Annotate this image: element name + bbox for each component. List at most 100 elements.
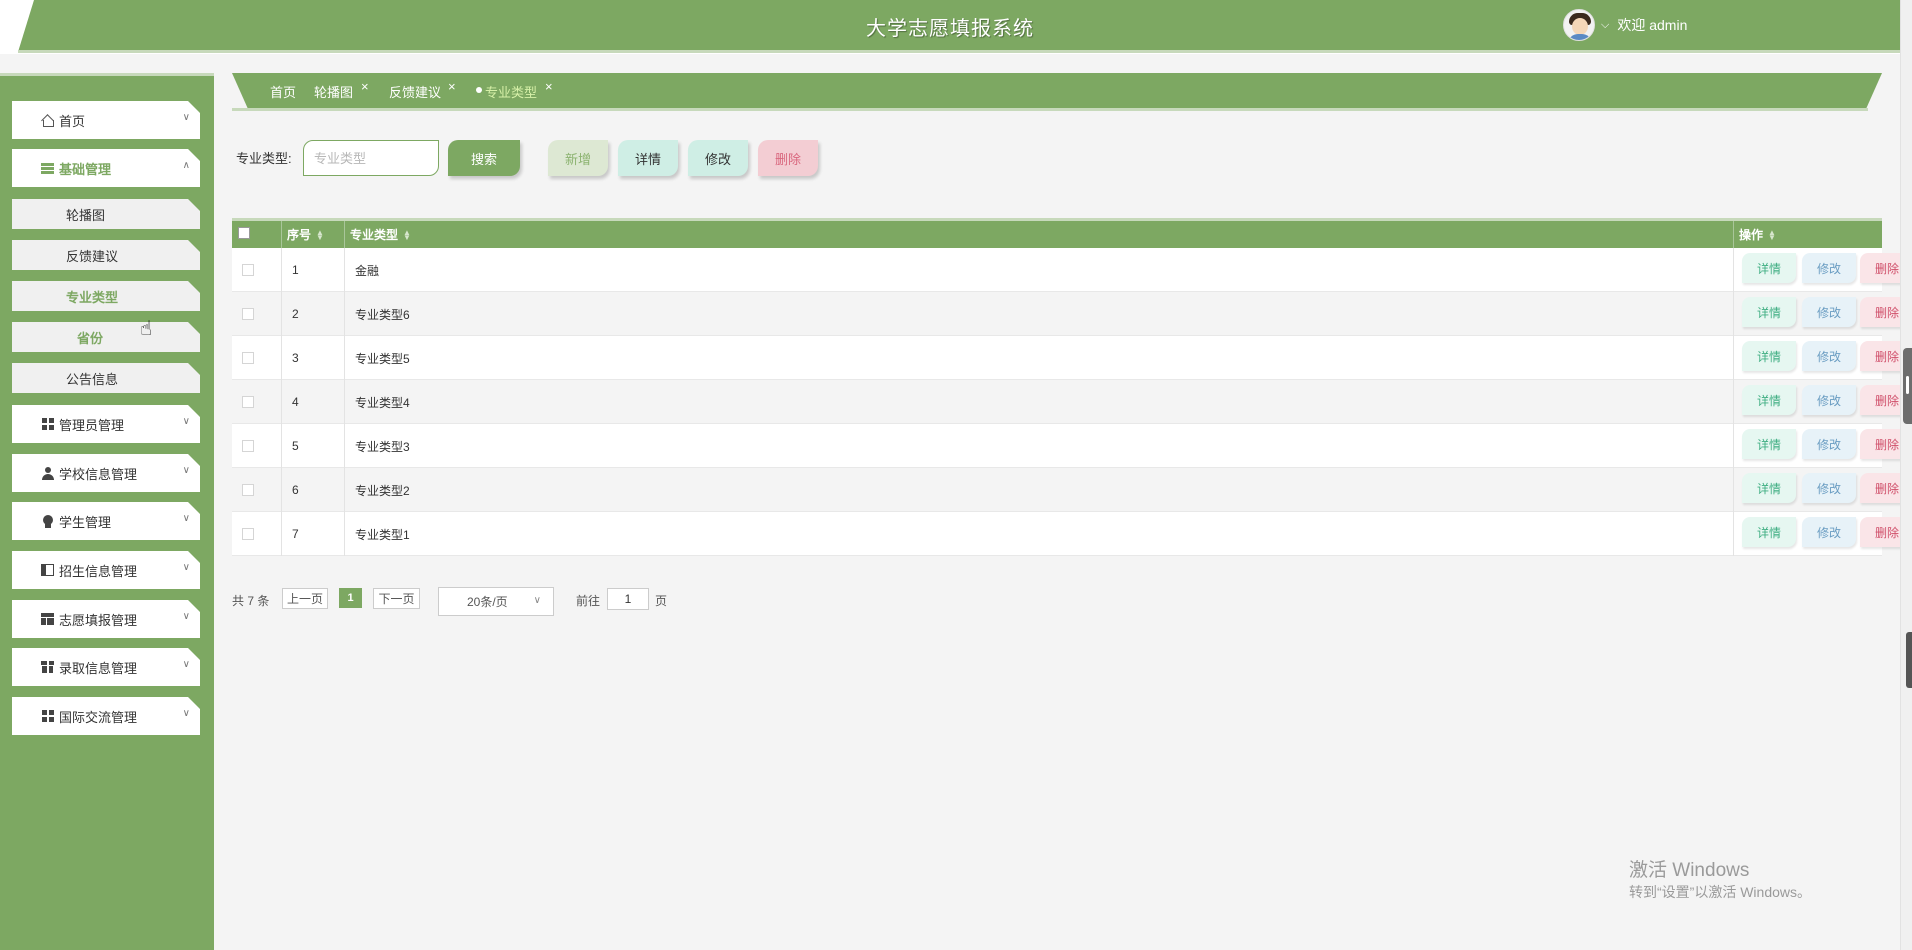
tab-carousel[interactable]: 轮播图: [314, 82, 353, 101]
add-button[interactable]: 新增: [548, 140, 608, 176]
table-header: 序号 ▲ ▼ 专业类型 ▲ ▼ 操作 ▲ ▼: [232, 221, 1882, 248]
sidebar-item-home[interactable]: 首页 ∨: [12, 101, 200, 139]
sidebar-subitem-major-type[interactable]: 专业类型: [12, 281, 200, 311]
row-edit-button[interactable]: 修改: [1802, 429, 1856, 459]
tab-feedback[interactable]: 反馈建议: [389, 82, 441, 101]
sidebar-item-international-exchange[interactable]: 国际交流管理 ∨: [12, 697, 200, 735]
row-detail-button[interactable]: 详情: [1742, 385, 1796, 415]
sidebar-subitem-announcement[interactable]: 公告信息: [12, 363, 200, 393]
avatar[interactable]: [1563, 9, 1595, 41]
chevron-up-icon: ∧: [182, 160, 190, 171]
sidebar-item-admission-info[interactable]: 录取信息管理 ∨: [12, 648, 200, 686]
row-detail-button[interactable]: 详情: [1742, 517, 1796, 547]
sidebar-item-application-management[interactable]: 志愿填报管理 ∨: [12, 600, 200, 638]
table-row: 5 专业类型3 详情 修改 删除: [232, 424, 1912, 468]
column-header-label: 专业类型: [350, 228, 399, 242]
row-checkbox[interactable]: [242, 528, 254, 540]
row-edit-button[interactable]: 修改: [1802, 385, 1856, 415]
tab-major-type[interactable]: 专业类型: [485, 82, 537, 101]
chevron-down-icon: ∨: [182, 416, 190, 427]
column-header-actions[interactable]: 操作 ▲ ▼: [1734, 221, 1882, 248]
scrollbar-thumb[interactable]: [1903, 348, 1912, 424]
sidebar-item-student-management[interactable]: 学生管理 ∨: [12, 502, 200, 540]
row-major-type: 专业类型2: [345, 468, 1734, 512]
column-header-type[interactable]: 专业类型 ▲ ▼: [345, 221, 1734, 248]
sidebar-item-school-info[interactable]: 学校信息管理 ∨: [12, 454, 200, 492]
row-checkbox[interactable]: [242, 484, 254, 496]
table-row: 3 专业类型5 详情 修改 删除: [232, 336, 1912, 380]
user-icon: [40, 466, 55, 481]
side-drawer-handle[interactable]: [1906, 632, 1912, 688]
column-header-label: 操作: [1739, 228, 1764, 242]
grid-icon: [40, 709, 55, 724]
edit-button[interactable]: 修改: [688, 140, 748, 176]
column-header-index[interactable]: 序号 ▲ ▼: [282, 221, 345, 248]
row-checkbox[interactable]: [242, 440, 254, 452]
close-icon[interactable]: ×: [545, 79, 553, 94]
row-checkbox[interactable]: [242, 264, 254, 276]
sidebar-item-label: 管理员管理: [59, 417, 125, 433]
row-select-cell: [232, 248, 282, 292]
sort-icon[interactable]: ▲ ▼: [403, 228, 411, 241]
row-major-type: 专业类型4: [345, 380, 1734, 424]
goto-page-input[interactable]: [607, 588, 649, 610]
page-size-select[interactable]: 20条/页 ∨: [438, 587, 554, 616]
sidebar-subitem-province[interactable]: 省份: [12, 322, 200, 352]
detail-button[interactable]: 详情: [618, 140, 678, 176]
badge-icon: [40, 514, 55, 529]
sidebar-item-basic-management[interactable]: 基础管理 ∧: [12, 149, 200, 187]
close-icon[interactable]: ×: [448, 79, 456, 94]
chevron-down-icon[interactable]: ⌵: [1601, 19, 1609, 32]
grid-icon: [40, 417, 55, 432]
sidebar-subitem-label: 省份: [77, 330, 104, 346]
next-page-button[interactable]: 下一页: [373, 588, 420, 609]
sidebar-subitem-label: 专业类型: [66, 289, 119, 305]
row-detail-button[interactable]: 详情: [1742, 473, 1796, 503]
search-input[interactable]: [303, 140, 439, 176]
sort-icon[interactable]: ▲ ▼: [316, 228, 324, 241]
row-checkbox[interactable]: [242, 396, 254, 408]
gift-icon: [40, 660, 55, 675]
windows-activation-hint: 转到“设置”以激活 Windows。: [1629, 884, 1812, 900]
row-checkbox[interactable]: [242, 352, 254, 364]
row-index: 6: [282, 468, 345, 512]
row-select-cell: [232, 512, 282, 556]
sidebar-item-admin-management[interactable]: 管理员管理 ∨: [12, 405, 200, 443]
sidebar-subitem-carousel[interactable]: 轮播图: [12, 199, 200, 229]
prev-page-button[interactable]: 上一页: [282, 588, 328, 609]
sort-icon[interactable]: ▲ ▼: [1768, 228, 1776, 241]
list-icon: [40, 161, 55, 176]
row-detail-button[interactable]: 详情: [1742, 253, 1796, 283]
delete-button[interactable]: 删除: [758, 140, 818, 176]
goto-unit-label: 页: [655, 594, 668, 608]
row-edit-button[interactable]: 修改: [1802, 253, 1856, 283]
page-number-current[interactable]: 1: [339, 588, 362, 608]
row-detail-button[interactable]: 详情: [1742, 429, 1796, 459]
search-button[interactable]: 搜索: [448, 140, 520, 176]
close-icon[interactable]: ×: [361, 79, 369, 94]
page-scrollbar[interactable]: [1900, 0, 1912, 950]
table-row: 2 专业类型6 详情 修改 删除: [232, 292, 1912, 336]
sidebar-subitem-feedback[interactable]: 反馈建议: [12, 240, 200, 270]
row-detail-button[interactable]: 详情: [1742, 297, 1796, 327]
row-edit-button[interactable]: 修改: [1802, 473, 1856, 503]
chevron-down-icon: ∨: [182, 659, 190, 670]
row-detail-button[interactable]: 详情: [1742, 341, 1796, 371]
tab-home[interactable]: 首页: [270, 82, 296, 101]
row-select-cell: [232, 336, 282, 380]
select-all-checkbox[interactable]: [238, 226, 250, 239]
chevron-down-icon: ∨: [182, 513, 190, 524]
table-row: 7 专业类型1 详情 修改 删除: [232, 512, 1912, 556]
chevron-down-icon: ∨: [182, 465, 190, 476]
row-checkbox[interactable]: [242, 308, 254, 320]
sidebar-subitem-label: 公告信息: [66, 371, 119, 387]
row-edit-button[interactable]: 修改: [1802, 341, 1856, 371]
row-edit-button[interactable]: 修改: [1802, 517, 1856, 547]
active-tab-dot: [476, 87, 482, 93]
row-edit-button[interactable]: 修改: [1802, 297, 1856, 327]
user-menu[interactable]: ⌵ 欢迎 admin: [1563, 7, 1687, 43]
sidebar-item-enrollment-info[interactable]: 招生信息管理 ∨: [12, 551, 200, 589]
row-index: 2: [282, 292, 345, 336]
row-select-cell: [232, 468, 282, 512]
row-select-cell: [232, 380, 282, 424]
